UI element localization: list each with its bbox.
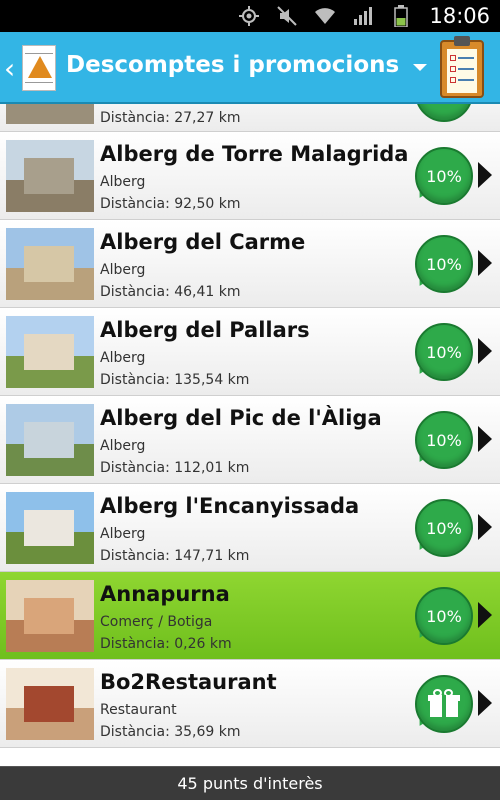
list-item[interactable]: Alberg de Torre Malagrida Alberg Distànc…: [0, 132, 500, 220]
item-category: Alberg: [100, 350, 146, 366]
discount-badge: [415, 104, 473, 122]
clipboard-icon[interactable]: [440, 36, 484, 98]
chevron-right-icon[interactable]: [478, 162, 492, 188]
list-item[interactable]: Alberg del Pallars Alberg Distància: 135…: [0, 308, 500, 396]
item-distance: Distància: 147,71 km: [100, 548, 250, 564]
item-distance: Distància: 135,54 km: [100, 372, 250, 388]
discount-badge: 10%: [415, 587, 473, 645]
discount-badge: 10%: [415, 235, 473, 293]
item-distance: Distància: 27,27 km: [100, 110, 241, 126]
chevron-down-icon[interactable]: [413, 64, 427, 71]
discount-badge: 10%: [415, 147, 473, 205]
action-bar: ‹ Descomptes i promocions: [0, 32, 500, 104]
poi-count-label: 45 punts d'interès: [177, 774, 323, 793]
poi-count-footer: 45 punts d'interès: [0, 766, 500, 800]
item-name: Alberg del Carme: [100, 230, 306, 254]
chevron-right-icon[interactable]: [478, 690, 492, 716]
item-thumbnail: [6, 492, 94, 564]
item-name: Alberg del Pic de l'Àliga: [100, 406, 382, 430]
item-thumbnail: [6, 668, 94, 740]
list-item[interactable]: Distància: 27,27 km: [0, 104, 500, 132]
discount-badge: 10%: [415, 499, 473, 557]
item-category: Restaurant: [100, 702, 177, 718]
chevron-right-icon[interactable]: [478, 250, 492, 276]
chevron-left-icon[interactable]: ‹: [4, 52, 15, 85]
item-distance: Distància: 92,50 km: [100, 196, 241, 212]
chevron-right-icon[interactable]: [478, 426, 492, 452]
item-distance: Distància: 35,69 km: [100, 724, 241, 740]
item-name: Alberg l'Encanyissada: [100, 494, 360, 518]
item-name: Alberg del Pallars: [100, 318, 310, 342]
gps-icon: [237, 4, 261, 28]
list-item[interactable]: Annapurna Comerç / Botiga Distància: 0,2…: [0, 572, 500, 660]
chevron-right-icon[interactable]: [478, 338, 492, 364]
mute-icon: [275, 4, 299, 28]
gift-icon: [428, 689, 460, 717]
signal-icon: [351, 4, 375, 28]
item-category: Alberg: [100, 438, 146, 454]
item-thumbnail: [6, 140, 94, 212]
list-item[interactable]: Alberg del Carme Alberg Distància: 46,41…: [0, 220, 500, 308]
item-thumbnail: [6, 580, 94, 652]
discount-badge: 10%: [415, 323, 473, 381]
item-name: Alberg de Torre Malagrida: [100, 142, 409, 166]
page-title[interactable]: Descomptes i promocions: [66, 52, 399, 78]
item-thumbnail: [6, 404, 94, 476]
badge-label: 10%: [426, 342, 462, 362]
item-distance: Distància: 0,26 km: [100, 636, 232, 652]
item-category: Alberg: [100, 174, 146, 190]
list-item[interactable]: Alberg del Pic de l'Àliga Alberg Distànc…: [0, 396, 500, 484]
battery-icon: [389, 4, 413, 28]
item-thumbnail: [6, 316, 94, 388]
item-category: Comerç / Botiga: [100, 614, 213, 630]
chevron-right-icon[interactable]: [478, 602, 492, 628]
item-category: Alberg: [100, 526, 146, 542]
item-distance: Distància: 112,01 km: [100, 460, 250, 476]
badge-label: 10%: [426, 606, 462, 626]
item-name: Annapurna: [100, 582, 230, 606]
item-category: Alberg: [100, 262, 146, 278]
poi-list[interactable]: Distància: 27,27 km Alberg de Torre Mala…: [0, 104, 500, 766]
item-thumbnail: [6, 104, 94, 124]
chevron-right-icon[interactable]: [478, 514, 492, 540]
discount-badge: 10%: [415, 411, 473, 469]
item-thumbnail: [6, 228, 94, 300]
item-distance: Distància: 46,41 km: [100, 284, 241, 300]
wifi-icon: [313, 4, 337, 28]
status-bar: 18:06: [0, 0, 500, 32]
badge-label: 10%: [426, 254, 462, 274]
clock-time: 18:06: [429, 4, 490, 28]
list-item[interactable]: Alberg l'Encanyissada Alberg Distància: …: [0, 484, 500, 572]
item-name: Bo2Restaurant: [100, 670, 277, 694]
badge-label: 10%: [426, 166, 462, 186]
list-item[interactable]: Bo2Restaurant Restaurant Distància: 35,6…: [0, 660, 500, 748]
badge-label: 10%: [426, 430, 462, 450]
badge-label: 10%: [426, 518, 462, 538]
gift-badge: [415, 675, 473, 733]
app-logo[interactable]: [22, 45, 56, 91]
